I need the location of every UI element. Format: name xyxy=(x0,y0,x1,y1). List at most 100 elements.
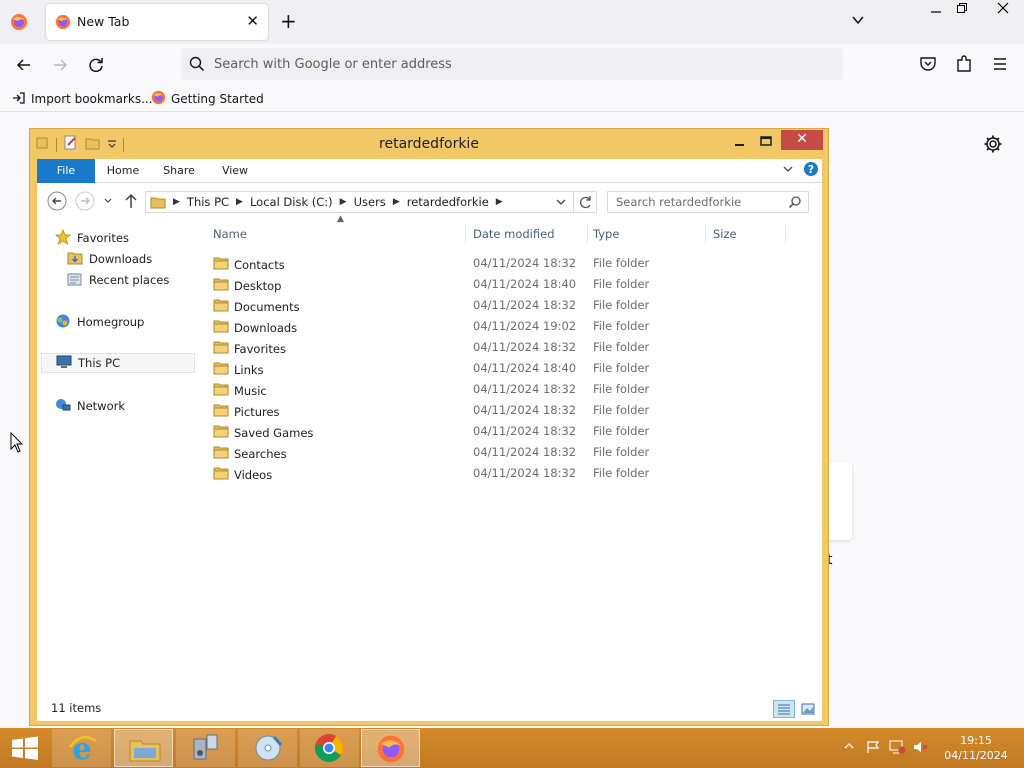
column-divider[interactable] xyxy=(587,225,588,243)
breadcrumb-this-pc[interactable]: This PC xyxy=(181,195,235,209)
nav-recent-places[interactable]: Recent places xyxy=(67,270,169,290)
address-input[interactable] xyxy=(214,54,814,74)
column-divider[interactable] xyxy=(785,225,786,243)
taskbar-chrome[interactable] xyxy=(300,729,359,767)
table-row[interactable]: Favorites 04/11/2024 18:32 File folder xyxy=(213,336,773,357)
taskbar-control-panel[interactable] xyxy=(176,729,235,767)
refresh-icon[interactable] xyxy=(573,192,597,212)
explorer-minimize-button[interactable] xyxy=(730,133,750,151)
search-box[interactable] xyxy=(607,191,809,213)
date-modified-cell: 04/11/2024 18:32 xyxy=(473,340,577,354)
breadcrumb-separator-icon[interactable]: ▶ xyxy=(235,197,244,207)
folder-icon xyxy=(213,318,229,337)
reload-icon[interactable] xyxy=(85,54,107,76)
address-breadcrumb-bar[interactable]: ▶ This PC ▶ Local Disk (C:) ▶ Users ▶ re… xyxy=(145,191,597,213)
tab-new-tab[interactable]: New Tab ✕ xyxy=(46,4,268,40)
breadcrumb-users[interactable]: Users xyxy=(348,195,392,209)
nav-downloads[interactable]: Downloads xyxy=(67,249,152,269)
table-row[interactable]: Videos 04/11/2024 18:32 File folder xyxy=(213,462,773,483)
close-window-button[interactable] xyxy=(982,0,1024,22)
help-icon[interactable]: ? xyxy=(803,161,819,180)
large-icons-view-icon[interactable] xyxy=(798,700,818,718)
column-divider[interactable] xyxy=(705,225,706,243)
column-header-name[interactable]: Name xyxy=(213,223,463,245)
mouse-pointer-icon xyxy=(10,431,24,457)
nav-network[interactable]: Network xyxy=(55,396,125,416)
table-row[interactable]: Pictures 04/11/2024 18:32 File folder xyxy=(213,399,773,420)
explorer-maximize-button[interactable] xyxy=(756,133,776,151)
import-bookmarks-link[interactable]: Import bookmarks... xyxy=(12,90,153,108)
table-row[interactable]: Searches 04/11/2024 18:32 File folder xyxy=(213,441,773,462)
taskbar-internet-explorer[interactable]: e xyxy=(52,729,111,767)
network-status-icon[interactable] xyxy=(888,740,906,757)
table-row[interactable]: Links 04/11/2024 18:40 File folder xyxy=(213,357,773,378)
system-clock[interactable]: 19:15 04/11/2024 xyxy=(936,733,1016,763)
file-name-cell: Downloads xyxy=(213,318,297,337)
tab-file[interactable]: File xyxy=(37,159,95,183)
column-divider[interactable] xyxy=(465,225,466,243)
tab-home[interactable]: Home xyxy=(101,159,145,183)
date-modified-cell: 04/11/2024 18:32 xyxy=(473,466,577,480)
volume-muted-icon[interactable] xyxy=(912,740,930,757)
network-icon xyxy=(55,397,71,416)
firefox-menu-icon[interactable] xyxy=(10,13,28,31)
taskbar-media-player[interactable] xyxy=(238,729,297,767)
search-input[interactable] xyxy=(616,194,776,210)
tab-view[interactable]: View xyxy=(213,159,257,183)
nav-homegroup[interactable]: Homegroup xyxy=(55,312,144,332)
start-button[interactable] xyxy=(0,728,50,768)
recent-locations-icon[interactable] xyxy=(103,195,113,209)
search-icon[interactable] xyxy=(788,195,802,212)
column-header-size[interactable]: Size xyxy=(713,223,783,245)
file-name: Searches xyxy=(234,446,287,461)
breadcrumb-separator-icon[interactable]: ▶ xyxy=(495,197,504,207)
gear-icon[interactable] xyxy=(983,134,1003,157)
breadcrumb-separator-icon[interactable]: ▶ xyxy=(392,197,401,207)
forward-arrow-icon[interactable] xyxy=(49,54,71,76)
table-row[interactable]: Music 04/11/2024 18:32 File folder xyxy=(213,378,773,399)
taskbar-firefox[interactable] xyxy=(361,729,420,767)
breadcrumb-separator-icon[interactable]: ▶ xyxy=(172,197,181,207)
details-view-icon[interactable] xyxy=(773,700,795,718)
taskbar-file-explorer[interactable] xyxy=(114,729,173,767)
forward-icon[interactable] xyxy=(75,191,95,214)
explorer-close-button[interactable]: ✕ xyxy=(781,130,823,150)
pocket-icon[interactable] xyxy=(918,54,940,76)
nav-this-pc[interactable]: This PC xyxy=(41,353,195,373)
file-name: Music xyxy=(234,383,267,398)
action-center-flag-icon[interactable] xyxy=(865,740,881,757)
item-count: 11 items xyxy=(51,701,102,715)
list-all-tabs-icon[interactable] xyxy=(851,13,865,30)
back-arrow-icon[interactable] xyxy=(13,54,35,76)
table-row[interactable]: Saved Games 04/11/2024 18:32 File folder xyxy=(213,420,773,441)
restore-window-button[interactable] xyxy=(947,0,977,22)
explorer-title-bar[interactable]: retardedforkie ✕ xyxy=(30,129,828,159)
back-icon[interactable] xyxy=(47,191,67,214)
show-hidden-icons-icon[interactable] xyxy=(844,740,854,755)
table-row[interactable]: Documents 04/11/2024 18:32 File folder xyxy=(213,294,773,315)
table-row[interactable]: Desktop 04/11/2024 18:40 File folder xyxy=(213,273,773,294)
nav-favorites[interactable]: Favorites xyxy=(54,228,129,248)
close-tab-icon[interactable]: ✕ xyxy=(246,13,259,29)
extensions-icon[interactable] xyxy=(954,54,976,76)
tab-share[interactable]: Share xyxy=(157,159,201,183)
column-header-type[interactable]: Type xyxy=(593,223,693,245)
type-cell: File folder xyxy=(593,382,650,396)
up-arrow-icon[interactable] xyxy=(123,192,139,213)
expand-ribbon-icon[interactable] xyxy=(782,163,794,178)
address-dropdown-icon[interactable] xyxy=(555,195,567,212)
folder-icon xyxy=(213,423,229,442)
shortcut-card[interactable] xyxy=(826,462,852,540)
type-cell: File folder xyxy=(593,298,650,312)
breadcrumb-separator-icon[interactable]: ▶ xyxy=(339,197,348,207)
breadcrumb-local-disk[interactable]: Local Disk (C:) xyxy=(244,195,339,209)
star-icon xyxy=(54,228,72,248)
column-header-date[interactable]: Date modified xyxy=(473,223,583,245)
hamburger-menu-icon[interactable] xyxy=(990,54,1012,76)
breadcrumb-user-folder[interactable]: retardedforkie xyxy=(401,195,495,209)
new-tab-button[interactable]: + xyxy=(280,11,297,31)
getting-started-bookmark[interactable]: Getting Started xyxy=(151,90,264,108)
table-row[interactable]: Contacts 04/11/2024 18:32 File folder xyxy=(213,252,773,273)
address-bar[interactable] xyxy=(181,48,843,80)
table-row[interactable]: Downloads 04/11/2024 19:02 File folder xyxy=(213,315,773,336)
